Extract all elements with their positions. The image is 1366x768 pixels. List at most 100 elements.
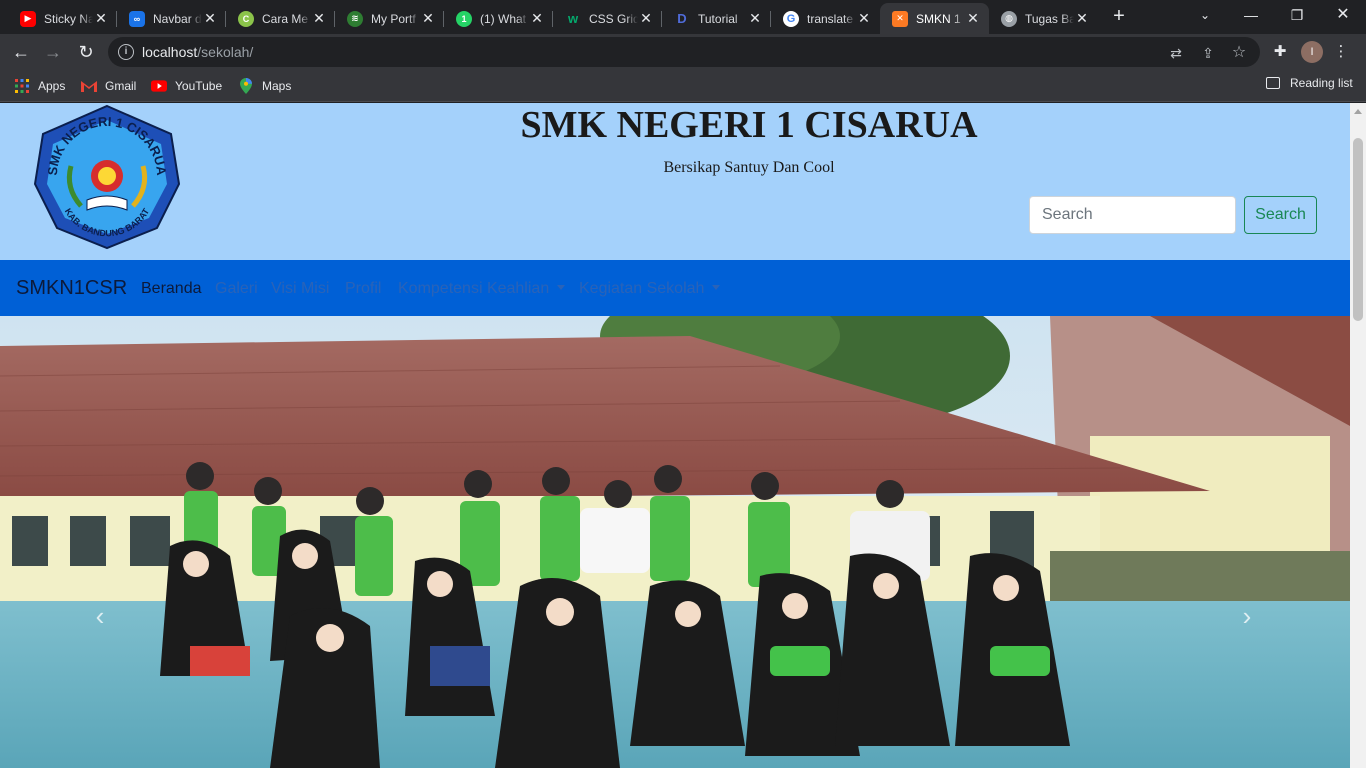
nav-link-profil[interactable]: Profil — [345, 279, 381, 299]
tab-sticky-navbar[interactable]: ▶ Sticky Na ✕ — [8, 3, 117, 34]
tab-title: Sticky Na — [44, 11, 93, 26]
reading-list-button[interactable]: Reading list — [1266, 76, 1353, 90]
tab-title: My Portf — [371, 11, 416, 26]
carousel-slide-image — [0, 316, 1350, 768]
dev-icon: D — [677, 11, 687, 26]
youtube-icon: ▶ — [20, 10, 36, 27]
bookmark-label: YouTube — [175, 79, 223, 93]
tab-css-grid[interactable]: w CSS Grid ✕ — [553, 3, 662, 34]
tab-title: CSS Grid — [589, 11, 638, 26]
close-icon[interactable]: ✕ — [202, 10, 218, 27]
site-title: SMK NEGERI 1 CISARUA — [520, 104, 978, 146]
url-path: /sekolah/ — [197, 44, 254, 60]
bookmark-youtube[interactable]: YouTube — [151, 76, 222, 96]
forward-arrow-icon[interactable]: → — [40, 39, 66, 65]
google-icon: G — [783, 10, 799, 27]
globe-icon: ◍ — [1001, 10, 1017, 27]
minimize-icon[interactable]: — — [1228, 0, 1274, 30]
url-text: localhost/sekolah/ — [142, 44, 253, 60]
translate-icon[interactable]: ⇄ — [1167, 44, 1185, 62]
menu-kebab-icon[interactable]: ⋮ — [1331, 42, 1351, 62]
back-arrow-icon[interactable]: ← — [8, 39, 34, 65]
caret-down-icon — [557, 285, 566, 290]
navbar-brand[interactable]: SMKN1CSR — [16, 276, 127, 300]
tab-whatsapp[interactable]: 1 (1) What ✕ — [444, 3, 553, 34]
search-input[interactable] — [1029, 196, 1236, 234]
profile-avatar[interactable]: I — [1301, 41, 1323, 63]
new-tab-plus-icon[interactable]: + — [1108, 5, 1130, 29]
tab-title: Navbar d — [153, 11, 202, 26]
reading-list-icon — [1266, 77, 1280, 89]
tab-cara[interactable]: C Cara Me ✕ — [226, 3, 335, 34]
site-header: SMK NEGERI 1 CISARUA KAB. BANDUNG BARAT … — [0, 103, 1350, 260]
nav-dropdown-label: Kegiatan Sekolah — [579, 280, 705, 297]
nav-dropdown-kompetensi[interactable]: Kompetensi Keahlian — [398, 279, 566, 299]
tab-title: Cara Me — [262, 11, 309, 26]
bookmark-label: Maps — [262, 79, 292, 93]
tab-portfolio[interactable]: ≋ My Portf ✕ — [335, 3, 444, 34]
nav-link-galeri[interactable]: Galeri — [215, 279, 258, 299]
close-icon[interactable]: ✕ — [856, 10, 872, 27]
hero-carousel: ‹ › — [0, 316, 1350, 768]
search-button[interactable]: Search — [1244, 196, 1317, 234]
close-icon[interactable]: ✕ — [965, 10, 981, 27]
tab-navbar[interactable]: ∞ Navbar d ✕ — [117, 3, 226, 34]
tab-title: Tugas Ba — [1025, 11, 1074, 26]
window-close-icon[interactable]: ✕ — [1320, 0, 1366, 30]
apps-grid-icon — [14, 78, 30, 94]
close-icon[interactable]: ✕ — [1074, 10, 1090, 27]
page-scrollbar[interactable] — [1350, 103, 1366, 768]
site-tagline: Bersikap Santuy Dan Cool — [663, 159, 835, 176]
link-icon: ∞ — [129, 10, 145, 27]
reload-icon[interactable]: ↻ — [73, 39, 99, 65]
extensions-puzzle-icon[interactable]: ✚ — [1270, 42, 1290, 62]
bookmark-apps[interactable]: Apps — [14, 76, 65, 96]
nav-link-visi-misi[interactable]: Visi Misi — [271, 279, 329, 299]
site-info-icon[interactable]: i — [118, 44, 134, 60]
close-icon[interactable]: ✕ — [638, 10, 654, 27]
school-logo: SMK NEGERI 1 CISARUA KAB. BANDUNG BARAT — [33, 104, 181, 250]
close-icon[interactable]: ✕ — [529, 10, 545, 27]
tab-strip: ▶ Sticky Na ✕ ∞ Navbar d ✕ C Cara Me ✕ ≋… — [0, 0, 1366, 34]
bookmark-maps[interactable]: Maps — [238, 76, 291, 96]
address-bar[interactable]: i localhost/sekolah/ ⇄ ⇪ ☆ — [108, 37, 1260, 67]
restore-icon[interactable]: ❐ — [1274, 0, 1320, 30]
tab-title: translate — [807, 11, 854, 26]
scroll-up-arrow-icon[interactable] — [1354, 109, 1362, 114]
share-icon[interactable]: ⇪ — [1199, 44, 1217, 62]
tab-title: Tutorial — [698, 11, 738, 26]
scrollbar-thumb[interactable] — [1353, 138, 1363, 321]
gmail-icon — [81, 78, 97, 94]
bookmark-label: Apps — [38, 79, 66, 93]
tab-tugas[interactable]: ◍ Tugas Ba ✕ — [989, 3, 1098, 34]
tab-search-chevron-icon[interactable]: ⌄ — [1182, 0, 1228, 30]
caret-down-icon — [712, 285, 721, 290]
nav-link-beranda[interactable]: Beranda — [141, 279, 202, 299]
browser-toolbar: ← → ↻ i localhost/sekolah/ ⇄ ⇪ ☆ ✚ I ⋮ — [0, 34, 1366, 70]
bookmark-gmail[interactable]: Gmail — [81, 76, 136, 96]
close-icon[interactable]: ✕ — [747, 10, 763, 27]
youtube-icon — [151, 78, 167, 94]
whatsapp-icon: 1 — [456, 10, 472, 27]
tab-title: SMKN 1 — [916, 11, 961, 26]
close-icon[interactable]: ✕ — [311, 10, 327, 27]
xampp-icon: ✕ — [892, 10, 908, 27]
tab-tutorial[interactable]: D Tutorial ✕ — [662, 3, 771, 34]
bookmark-star-icon[interactable]: ☆ — [1230, 44, 1248, 62]
nav-dropdown-kegiatan[interactable]: Kegiatan Sekolah — [579, 279, 721, 299]
grid-icon: ≋ — [347, 10, 363, 27]
tab-title: (1) What — [480, 11, 527, 26]
bookmark-label: Gmail — [105, 79, 137, 93]
site-icon: C — [238, 10, 254, 27]
nav-dropdown-label: Kompetensi Keahlian — [398, 280, 550, 297]
close-icon[interactable]: ✕ — [93, 10, 109, 27]
tab-smkn-active[interactable]: ✕ SMKN 1 ✕ — [880, 3, 989, 34]
w3schools-icon: w — [567, 11, 579, 26]
chevron-left-icon[interactable]: ‹ — [90, 603, 110, 629]
bookmarks-bar: Apps Gmail YouTube Maps Reading list — [0, 70, 1366, 102]
main-navbar: SMKN1CSR Beranda Galeri Visi Misi Profil… — [0, 260, 1350, 316]
chevron-right-icon[interactable]: › — [1237, 603, 1257, 629]
close-icon[interactable]: ✕ — [420, 10, 436, 27]
tab-translate[interactable]: G translate ✕ — [771, 3, 880, 34]
url-host: localhost — [142, 44, 198, 60]
